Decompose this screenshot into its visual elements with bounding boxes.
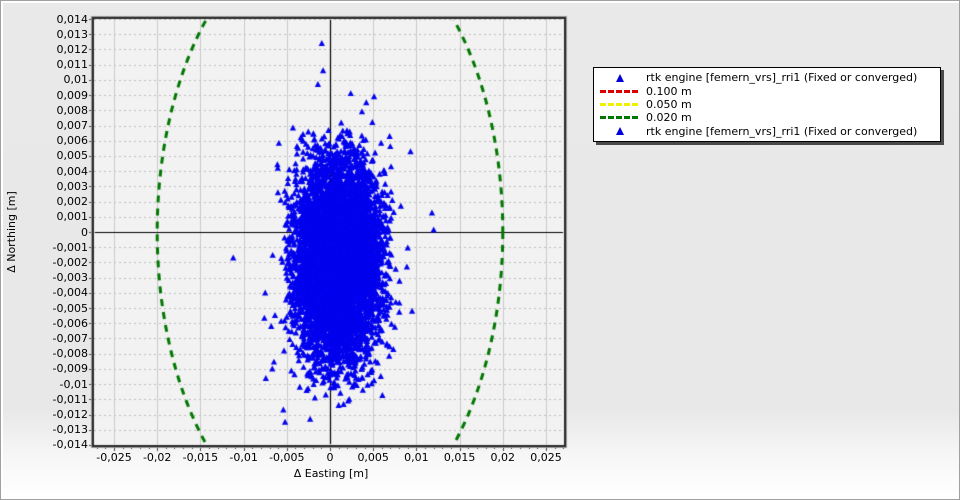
y-tick-label: 0,014	[56, 12, 89, 26]
y-tick-label: -0,005	[52, 301, 88, 315]
red-dashed-line-icon	[598, 89, 642, 93]
legend-item-label: rtk engine [femern_vrs]_rri1 (Fixed or c…	[646, 124, 918, 138]
legend-item-tolerance-50mm: 0.050 m	[598, 98, 936, 111]
y-tick-label: -0,013	[52, 423, 88, 437]
x-tick-label: 0,025	[530, 451, 562, 464]
legend-item-tolerance-100mm: 0.100 m	[598, 84, 936, 98]
y-axis-title: Δ Northing [m]	[5, 191, 18, 273]
y-tick-label: 0,001	[56, 210, 89, 224]
green-dashed-line-icon	[598, 116, 642, 120]
y-tick-label: 0,01	[63, 73, 89, 87]
y-tick-label: 0,007	[56, 119, 89, 132]
y-tick-label: -0,003	[52, 271, 88, 285]
yellow-dashed-line-icon	[598, 102, 642, 106]
rtk-scatter-figure: 0,014 0,013 0,012 0,011 0,01 0,009 0,008 0,007 0…	[0, 0, 960, 500]
x-axis-title: Δ Easting [m]	[293, 467, 369, 480]
legend-item-label: 0.100 m	[646, 84, 692, 98]
y-tick-label: -0,002	[52, 255, 88, 269]
y-tick-label: -0,006	[52, 316, 88, 330]
y-tick-label: 0,004	[56, 164, 89, 178]
legend-item-label: rtk engine [femern_vrs]_rri1 (Fixed or c…	[646, 71, 918, 85]
y-tick-label: 0,003	[56, 179, 89, 193]
y-tick-label: -0,004	[52, 286, 88, 300]
legend-item-series-2: rtk engine [femern_vrs]_rri1 (Fixed or c…	[598, 125, 936, 138]
y-tick-label: -0,009	[52, 362, 88, 376]
y-tick-label: -0,011	[52, 392, 88, 406]
y-tick-label: 0,002	[56, 195, 89, 209]
y-tick-label: 0	[81, 225, 88, 239]
y-tick-label: -0,012	[52, 408, 88, 422]
y-tick-label: -0,001	[52, 240, 88, 254]
legend-box: rtk engine [femern_vrs]_rri1 (Fixed or c…	[593, 67, 941, 142]
y-tick-label: 0,011	[56, 58, 89, 72]
y-tick-label: -0,007	[52, 331, 88, 345]
legend-item-label: 0.020 m	[646, 111, 692, 125]
y-tick-label: 0,005	[56, 149, 89, 163]
triangle-marker-icon	[598, 73, 642, 82]
y-tick-label: 0,012	[56, 42, 89, 56]
legend-item-label: 0.050 m	[646, 97, 692, 111]
y-tick-label: 0,009	[56, 88, 89, 102]
y-tick-label: 0,006	[56, 134, 89, 148]
y-tick-label: 0,013	[56, 27, 89, 41]
y-tick-label: -0,014	[52, 438, 88, 452]
y-tick-label: -0,01	[59, 377, 88, 391]
y-tick-label: 0,008	[56, 103, 89, 117]
triangle-marker-icon	[598, 127, 642, 136]
legend-item-tolerance-20mm: 0.020 m	[598, 111, 936, 124]
legend-item-series: rtk engine [femern_vrs]_rri1 (Fixed or c…	[598, 71, 936, 84]
y-tick-label: -0,008	[52, 347, 88, 361]
